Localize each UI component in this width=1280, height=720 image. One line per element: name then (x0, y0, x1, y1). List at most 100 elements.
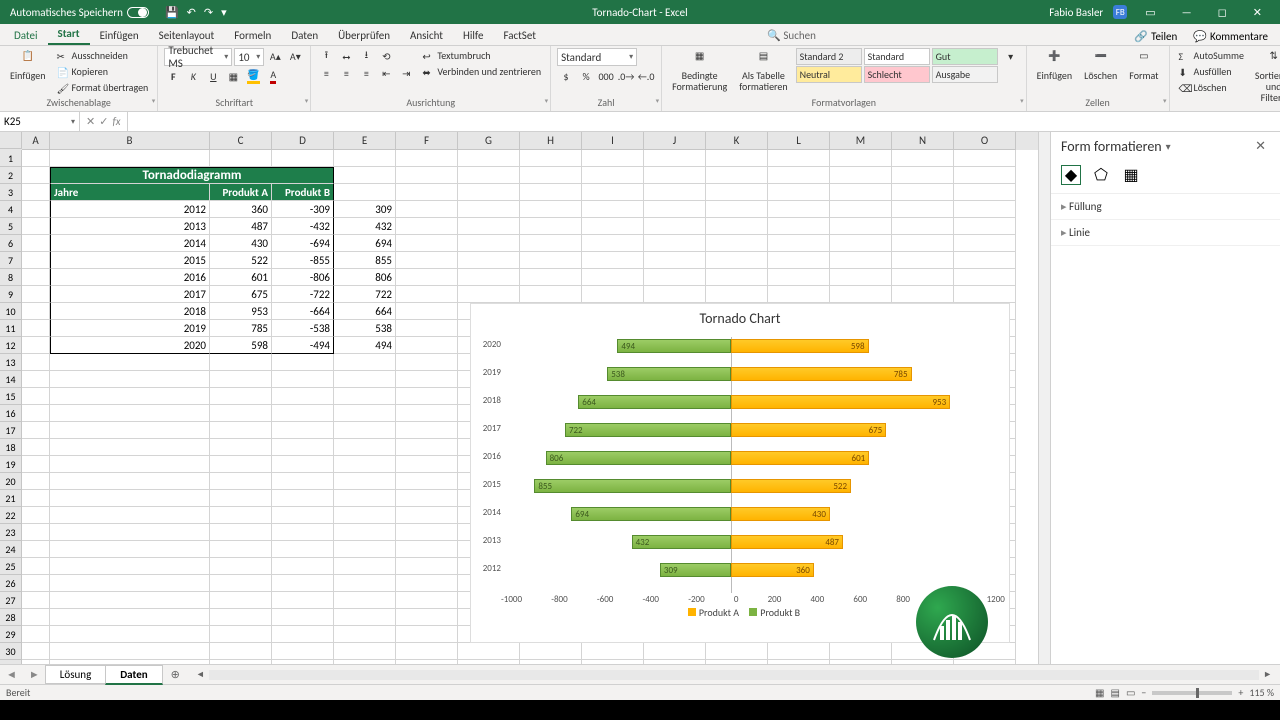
cell[interactable] (334, 490, 396, 507)
cell[interactable] (334, 439, 396, 456)
cell[interactable] (22, 286, 50, 303)
tab-start[interactable]: Start (48, 24, 90, 45)
col-header[interactable]: O (954, 132, 1016, 150)
cell[interactable] (272, 643, 334, 660)
zoom-in-icon[interactable]: + (1238, 686, 1243, 699)
autosum-button[interactable]: ΣAutoSumme (1176, 48, 1247, 63)
cell[interactable] (954, 167, 1016, 184)
cell[interactable] (22, 201, 50, 218)
cell[interactable] (22, 456, 50, 473)
cell[interactable] (644, 201, 706, 218)
format-cells-button[interactable]: ▭Format (1125, 48, 1162, 83)
cell[interactable] (458, 286, 520, 303)
cell[interactable] (520, 218, 582, 235)
cell[interactable] (706, 660, 768, 664)
tornado-chart[interactable]: Tornado Chart Produkt A Produkt B 202049… (470, 303, 1010, 643)
chart-bar-pos[interactable]: 785 (731, 367, 912, 381)
cell[interactable]: 2014 (50, 235, 210, 252)
border-button[interactable]: ▦ (224, 68, 242, 84)
format-painter-button[interactable]: 🖌Format übertragen (54, 80, 152, 95)
font-name-combo[interactable]: Trebuchet MS▾ (164, 48, 232, 66)
tab-view[interactable]: Ansicht (400, 26, 453, 45)
cell[interactable] (334, 609, 396, 626)
user-name[interactable]: Fabio Basler (1049, 6, 1103, 19)
close-icon[interactable]: ✕ (1245, 6, 1270, 19)
cell[interactable] (644, 660, 706, 664)
indent-inc-icon[interactable]: ⇥ (397, 65, 415, 81)
cell[interactable] (396, 558, 458, 575)
cell[interactable] (706, 201, 768, 218)
cell[interactable] (334, 354, 396, 371)
cell[interactable] (458, 184, 520, 201)
cell[interactable] (644, 643, 706, 660)
row-header[interactable]: 13 (0, 354, 22, 371)
style-gut[interactable]: Gut (932, 48, 998, 65)
row-header[interactable]: 5 (0, 218, 22, 235)
cell[interactable] (892, 201, 954, 218)
cancel-fx-icon[interactable]: ✕ (86, 115, 95, 128)
cell[interactable] (334, 592, 396, 609)
cell[interactable] (396, 490, 458, 507)
cell[interactable] (396, 626, 458, 643)
align-middle-icon[interactable]: ⭤ (337, 48, 355, 64)
cell[interactable]: 2015 (50, 252, 210, 269)
cell[interactable] (22, 235, 50, 252)
tab-help[interactable]: Hilfe (453, 26, 493, 45)
cell[interactable] (396, 354, 458, 371)
sort-filter-button[interactable]: ⇅Sortieren und Filtern (1251, 48, 1280, 105)
col-header[interactable]: D (272, 132, 334, 150)
cell[interactable] (272, 524, 334, 541)
chart-bar-neg[interactable]: 806 (546, 451, 731, 465)
pane-section-fill[interactable]: Füllung (1051, 194, 1280, 220)
cell[interactable] (50, 405, 210, 422)
ribbon-display-icon[interactable]: ▭ (1137, 6, 1163, 19)
cell[interactable] (458, 218, 520, 235)
cell[interactable] (334, 184, 396, 201)
row-header[interactable]: 7 (0, 252, 22, 269)
cell[interactable] (582, 235, 644, 252)
cell[interactable]: -722 (272, 286, 334, 303)
cell[interactable] (334, 473, 396, 490)
font-size-combo[interactable]: 10▾ (234, 48, 264, 66)
cell[interactable]: 2018 (50, 303, 210, 320)
row-header[interactable]: 11 (0, 320, 22, 337)
cell[interactable] (954, 269, 1016, 286)
style-standard2[interactable]: Standard 2 (796, 48, 862, 65)
row-header[interactable]: 9 (0, 286, 22, 303)
cell[interactable]: Produkt B (272, 184, 334, 201)
tab-data[interactable]: Daten (281, 26, 328, 45)
cell[interactable]: 2019 (50, 320, 210, 337)
cell[interactable] (706, 150, 768, 167)
cell[interactable] (582, 643, 644, 660)
cell[interactable] (396, 388, 458, 405)
sheet-tab-loesung[interactable]: Lösung (45, 665, 106, 684)
chart-bar-neg[interactable]: 855 (534, 479, 731, 493)
comments-button[interactable]: 💬Kommentare (1187, 28, 1274, 45)
currency-icon[interactable]: $ (557, 68, 575, 84)
cell[interactable] (458, 201, 520, 218)
cell[interactable] (334, 575, 396, 592)
cell[interactable] (396, 405, 458, 422)
decrease-font-icon[interactable]: A▾ (286, 48, 304, 64)
cell[interactable] (892, 167, 954, 184)
row-header[interactable]: 20 (0, 473, 22, 490)
cell[interactable] (396, 252, 458, 269)
cell[interactable] (50, 592, 210, 609)
cell[interactable]: 806 (334, 269, 396, 286)
cell[interactable] (22, 252, 50, 269)
cell[interactable] (272, 592, 334, 609)
cell[interactable] (396, 371, 458, 388)
cell[interactable] (50, 660, 210, 664)
cell[interactable]: 522 (210, 252, 272, 269)
cell[interactable] (210, 354, 272, 371)
row-header[interactable]: 30 (0, 643, 22, 660)
cell[interactable] (22, 507, 50, 524)
cell[interactable]: 2016 (50, 269, 210, 286)
cell[interactable] (334, 626, 396, 643)
cell[interactable]: 2013 (50, 218, 210, 235)
cell[interactable] (458, 150, 520, 167)
cell[interactable] (520, 286, 582, 303)
cell[interactable] (22, 439, 50, 456)
cell[interactable] (892, 184, 954, 201)
minimize-icon[interactable]: — (1174, 6, 1200, 19)
